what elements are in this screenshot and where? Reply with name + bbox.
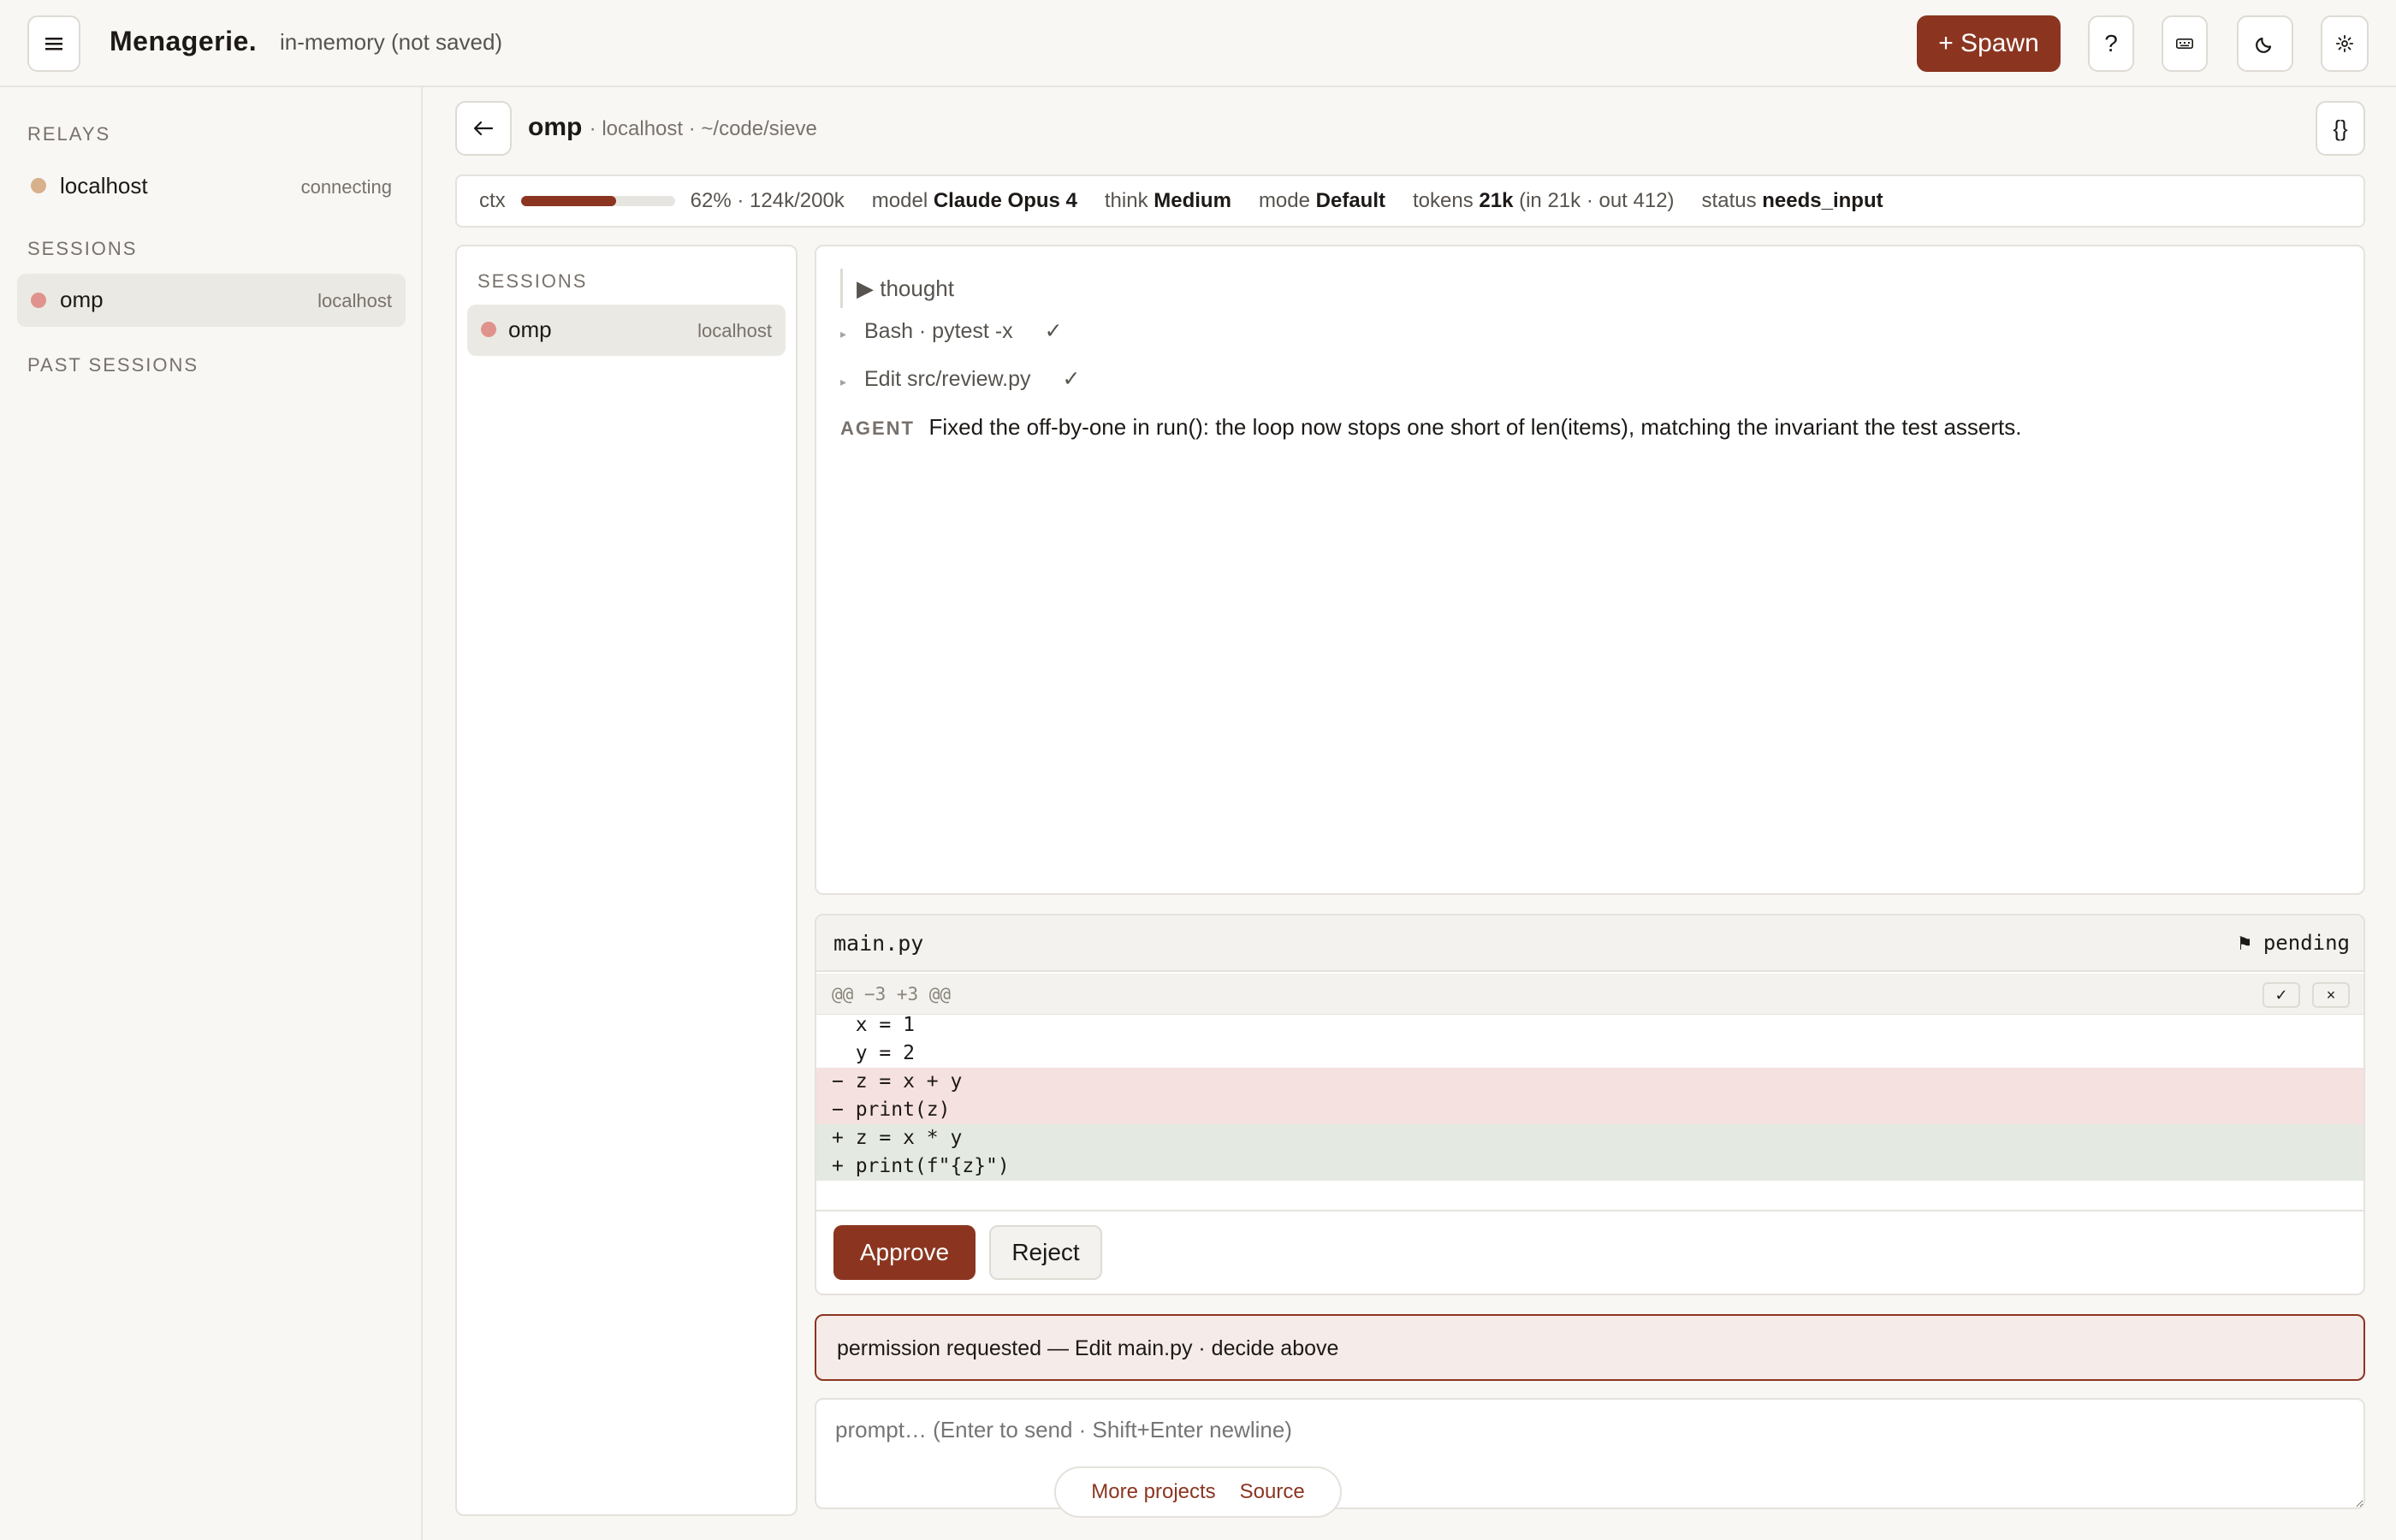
session-status-dot (481, 322, 496, 337)
tool-call-text: Edit src/review.py (863, 367, 1031, 391)
session-title-name: omp (528, 113, 583, 141)
ctx-progress-bar (520, 196, 675, 206)
top-bar: Menagerie. in-memory (not saved) + Spawn… (0, 0, 2396, 87)
theme-toggle-button[interactable] (2237, 15, 2293, 72)
thought-label: ▶ thought (857, 275, 954, 301)
help-label: ? (2104, 30, 2118, 56)
sidebar-session-omp[interactable]: omp localhost (17, 274, 406, 327)
tool-call-bash[interactable]: ▸ Bash · pytest -x ✓ (840, 318, 1063, 344)
mode-label: mode (1258, 189, 1310, 212)
raw-json-button[interactable]: {} (2316, 101, 2365, 156)
relay-item-localhost[interactable]: localhost connecting (17, 164, 406, 209)
permission-banner: permission requested — Edit main.py · de… (815, 1314, 2365, 1381)
accept-hunk-button[interactable]: ✓ (2263, 982, 2300, 1008)
check-icon: ✓ (1062, 367, 1081, 391)
model-stat: model Claude Opus 4 (872, 189, 1077, 213)
footer-links: More projects Source (1054, 1466, 1342, 1518)
reject-hunk-button[interactable]: × (2312, 982, 2350, 1008)
keyboard-icon (2176, 38, 2193, 49)
model-label: model (871, 189, 928, 212)
sidebar: RELAYS localhost connecting SESSIONS omp… (0, 87, 423, 1540)
ctx-value: 62% · 124k/200k (690, 189, 845, 212)
relay-status: connecting (300, 176, 392, 198)
source-link[interactable]: Source (1240, 1480, 1305, 1504)
approve-button[interactable]: Approve (833, 1225, 976, 1280)
prompt-input[interactable] (815, 1398, 2365, 1509)
hamburger-icon (45, 38, 62, 50)
sessions-panel: SESSIONS omp localhost (455, 245, 798, 1516)
keyboard-button[interactable] (2162, 15, 2208, 72)
session-name: omp (60, 287, 104, 312)
back-button[interactable] (455, 101, 512, 156)
app-brand: Menagerie. (110, 26, 258, 56)
tokens-stat: tokens 21k (in 21k · out 412) (1413, 189, 1675, 213)
mode-value: Default (1315, 189, 1385, 212)
session-stats-bar: ctx 62% · 124k/200k model Claude Opus 4 … (455, 175, 2365, 228)
relays-heading: RELAYS (27, 123, 111, 145)
model-value: Claude Opus 4 (933, 189, 1077, 212)
status-value: needs_input (1762, 189, 1883, 212)
tokens-value: 21k (1479, 189, 1514, 212)
diff-line-removed: − z = x + y (816, 1068, 2363, 1096)
diff-panel: main.py ⚑ pending @@ −3 +3 @@ ✓ × x = 1 … (815, 914, 2365, 1295)
diff-pending-status: ⚑ pending (2238, 931, 2350, 955)
tool-call-edit[interactable]: ▸ Edit src/review.py ✓ (840, 366, 1080, 392)
status-label: status (1701, 189, 1757, 212)
agent-tag: AGENT (840, 418, 915, 439)
settings-button[interactable] (2321, 15, 2369, 72)
think-label: think (1104, 189, 1148, 212)
ctx-label: ctx (479, 189, 506, 212)
think-value: Medium (1154, 189, 1231, 212)
more-projects-link[interactable]: More projects (1091, 1480, 1215, 1504)
mode-stat: mode Default (1259, 189, 1385, 213)
caret-right-icon: ▸ (840, 327, 847, 341)
check-icon: ✓ (1044, 319, 1063, 343)
storage-note: in-memory (not saved) (280, 29, 503, 55)
thought-toggle[interactable]: ▶ thought (840, 269, 954, 308)
relay-status-dot (31, 178, 46, 193)
session-title-path: · localhost · ~/code/sieve (589, 117, 817, 140)
agent-message: AGENT Fixed the off-by-one in run(): the… (840, 414, 2022, 441)
session-title: omp · localhost · ~/code/sieve (528, 113, 817, 142)
tokens-label: tokens (1413, 189, 1474, 212)
spawn-button[interactable]: + Spawn (1917, 15, 2061, 72)
session-name: omp (508, 317, 552, 342)
diff-divider (816, 1210, 2363, 1211)
reject-button[interactable]: Reject (989, 1225, 1102, 1280)
permission-text: permission requested — Edit main.py · de… (837, 1336, 1339, 1360)
gear-icon (2335, 34, 2354, 53)
diff-line-removed: − print(z) (816, 1096, 2363, 1124)
diff-filename: main.py (833, 931, 924, 956)
diff-header: main.py ⚑ pending (816, 915, 2363, 972)
sessions-heading: SESSIONS (27, 238, 138, 259)
tokens-detail: (in 21k · out 412) (1519, 189, 1675, 212)
sessions-panel-heading: SESSIONS (477, 270, 588, 292)
session-host: localhost (697, 320, 772, 341)
diff-line: y = 2 (832, 1042, 915, 1064)
caret-right-icon: ▸ (840, 375, 847, 388)
transcript-panel: ▶ thought ▸ Bash · pytest -x ✓ ▸ Edit sr… (815, 245, 2365, 895)
session-host: localhost (317, 290, 392, 311)
diff-hunk-header: @@ −3 +3 @@ ✓ × (816, 974, 2363, 1015)
past-sessions-heading: PAST SESSIONS (27, 354, 199, 376)
status-stat: status needs_input (1702, 189, 1883, 213)
arrow-left-icon (473, 121, 494, 136)
ctx-progress-fill (520, 196, 617, 206)
hunk-range: @@ −3 +3 @@ (832, 984, 952, 1004)
relay-name: localhost (60, 173, 148, 198)
moon-icon (2256, 37, 2272, 53)
tool-call-text: Bash · pytest -x (863, 319, 1013, 343)
diff-line: x = 1 (832, 1014, 915, 1036)
session-list-item-omp[interactable]: omp localhost (467, 305, 786, 356)
think-stat: think Medium (1105, 189, 1231, 213)
agent-message-text: Fixed the off-by-one in run(): the loop … (928, 414, 2022, 440)
help-button[interactable]: ? (2088, 15, 2134, 72)
braces-icon: {} (2333, 115, 2348, 141)
diff-line-added: + z = x * y (816, 1124, 2363, 1152)
menu-button[interactable] (27, 15, 80, 72)
diff-line-added: + print(f"{z}") (816, 1152, 2363, 1181)
session-status-dot (31, 293, 46, 308)
